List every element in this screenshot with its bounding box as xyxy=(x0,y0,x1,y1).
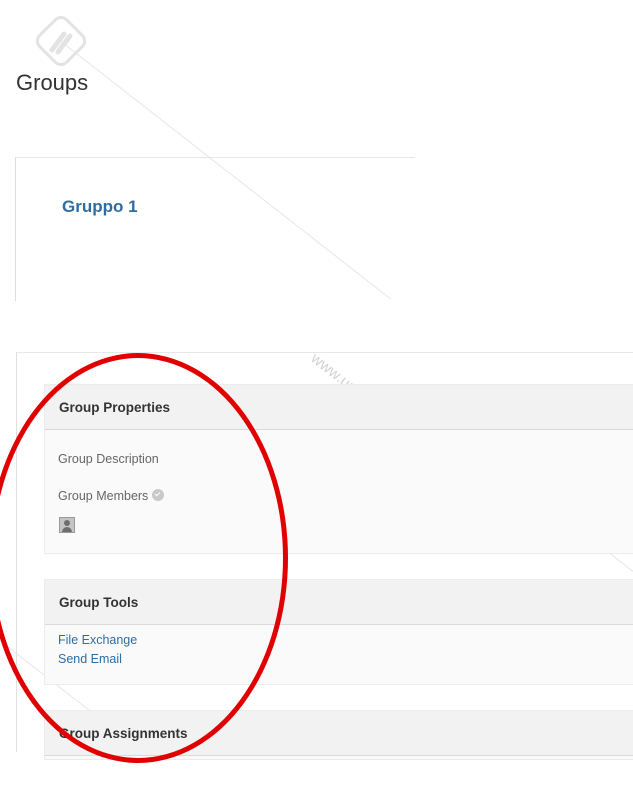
page-title: Groups xyxy=(16,70,89,95)
group-card xyxy=(15,157,415,301)
highlight-ellipse xyxy=(0,353,288,763)
unidocs-logo-icon xyxy=(35,15,87,67)
group-name-link[interactable]: Gruppo 1 xyxy=(62,197,138,217)
